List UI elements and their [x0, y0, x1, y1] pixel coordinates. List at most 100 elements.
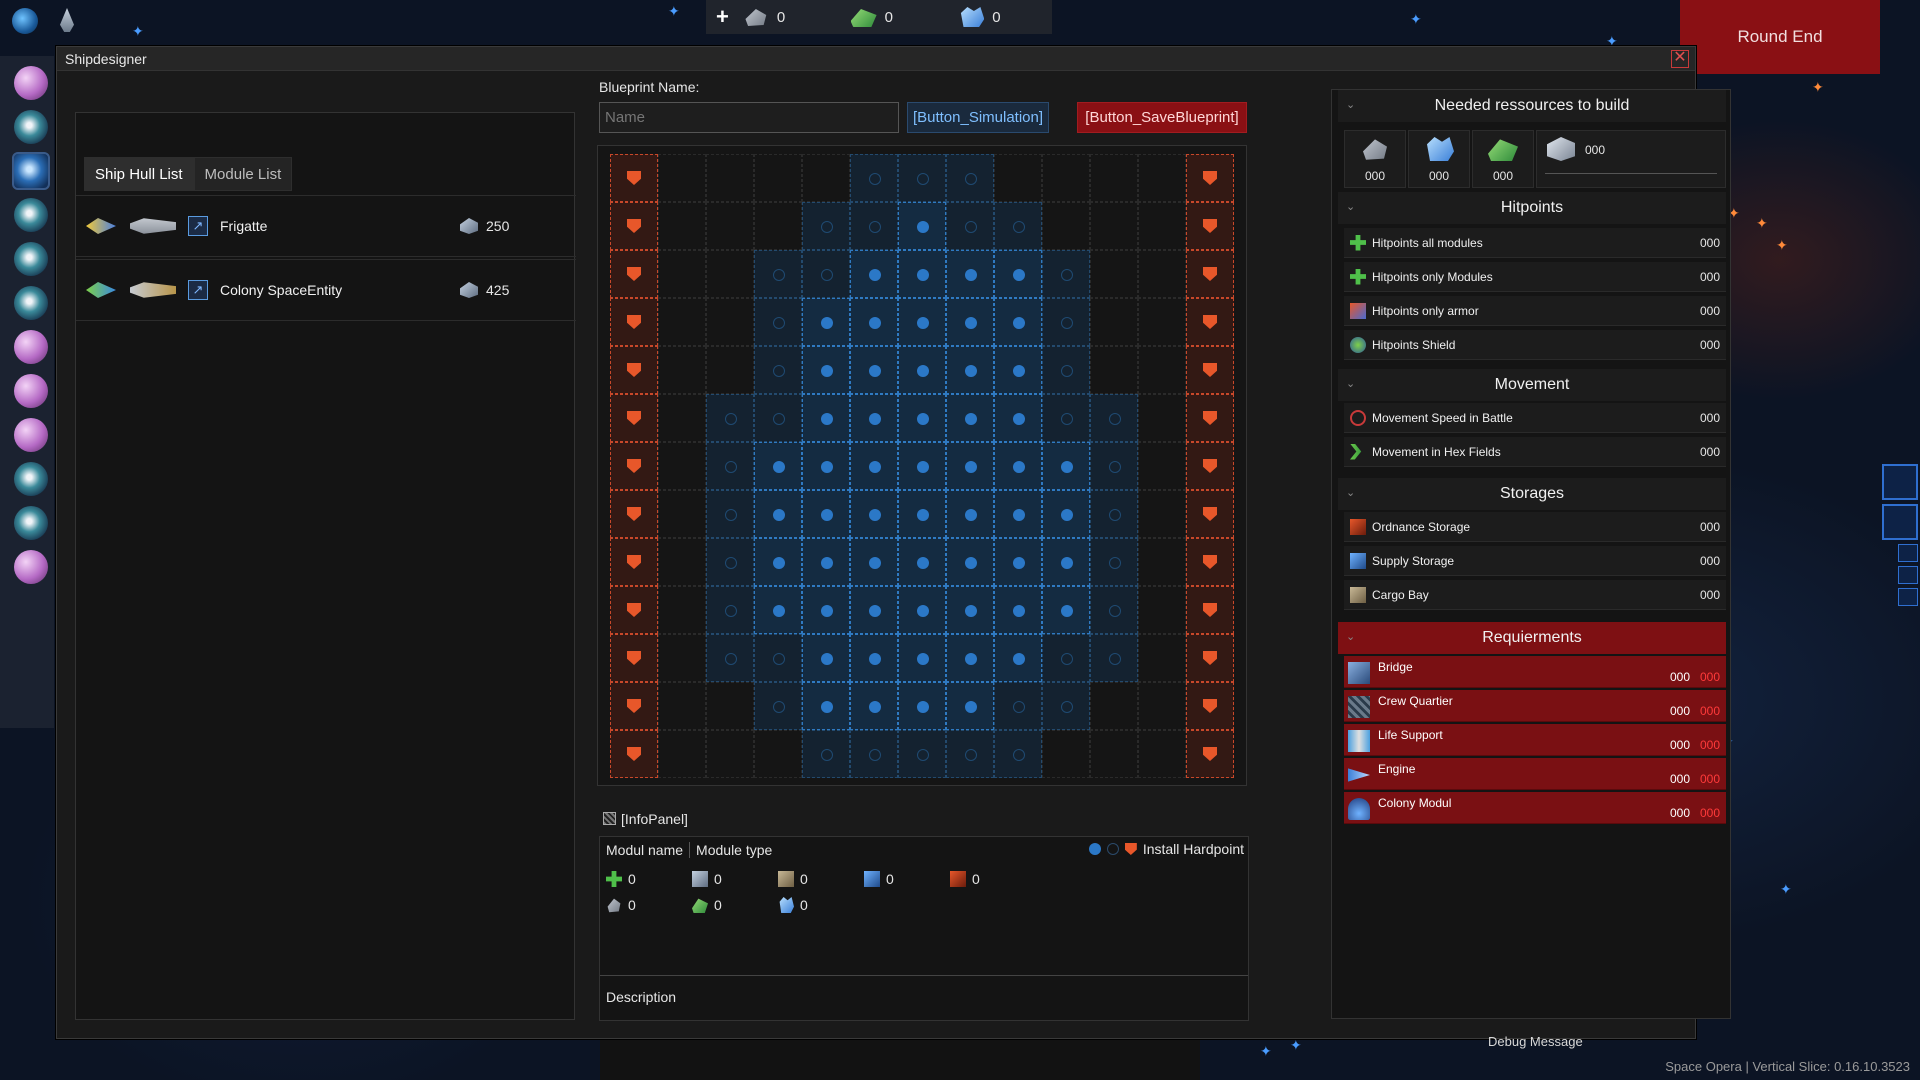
install-hardpoint[interactable]: Install Hardpoint — [1088, 841, 1244, 857]
module-slot[interactable] — [706, 538, 754, 586]
planet-icon-selected[interactable] — [12, 152, 50, 190]
planet-icon[interactable] — [14, 330, 48, 364]
module-slot-active[interactable] — [898, 538, 946, 586]
edit-icon[interactable]: ↗ — [188, 280, 208, 300]
module-slot-active[interactable] — [850, 346, 898, 394]
module-slot-active[interactable] — [946, 346, 994, 394]
module-slot-active[interactable] — [898, 250, 946, 298]
hardpoint-slot[interactable] — [1186, 730, 1234, 778]
hardpoint-slot[interactable] — [610, 442, 658, 490]
module-slot-active[interactable] — [898, 634, 946, 682]
module-slot[interactable] — [1042, 634, 1090, 682]
hardpoint-slot[interactable] — [1186, 442, 1234, 490]
module-slot-active[interactable] — [946, 538, 994, 586]
toggle-icon[interactable] — [1898, 544, 1918, 562]
module-slot-active[interactable] — [994, 346, 1042, 394]
hardpoint-slot[interactable] — [610, 202, 658, 250]
globe-icon[interactable] — [12, 8, 38, 34]
hardpoint-slot[interactable] — [610, 538, 658, 586]
module-slot[interactable] — [994, 730, 1042, 778]
module-slot-active[interactable] — [802, 538, 850, 586]
module-slot[interactable] — [1042, 394, 1090, 442]
simulation-button[interactable]: [Button_Simulation] — [907, 102, 1049, 133]
save-blueprint-button[interactable]: [Button_SaveBlueprint] — [1077, 102, 1247, 133]
module-slot[interactable] — [1090, 442, 1138, 490]
module-slot[interactable] — [850, 730, 898, 778]
module-slot-active[interactable] — [802, 586, 850, 634]
module-slot[interactable] — [946, 154, 994, 202]
hardpoint-slot[interactable] — [610, 394, 658, 442]
shipdesigner-icon[interactable] — [1882, 504, 1918, 540]
module-slot[interactable] — [898, 154, 946, 202]
module-slot[interactable] — [706, 634, 754, 682]
hardpoint-slot[interactable] — [1186, 154, 1234, 202]
module-slot-active[interactable] — [754, 586, 802, 634]
module-slot[interactable] — [850, 154, 898, 202]
module-slot-active[interactable] — [946, 586, 994, 634]
module-slot-active[interactable] — [994, 394, 1042, 442]
research-flask-icon[interactable] — [1882, 464, 1918, 500]
module-slot[interactable] — [1042, 250, 1090, 298]
module-slot-active[interactable] — [1042, 442, 1090, 490]
hardpoint-slot[interactable] — [1186, 538, 1234, 586]
module-slot-active[interactable] — [946, 394, 994, 442]
module-slot[interactable] — [946, 730, 994, 778]
module-slot-active[interactable] — [946, 298, 994, 346]
module-slot[interactable] — [898, 730, 946, 778]
hardpoint-slot[interactable] — [610, 682, 658, 730]
module-slot[interactable] — [802, 730, 850, 778]
hardpoint-slot[interactable] — [1186, 490, 1234, 538]
module-slot-active[interactable] — [994, 490, 1042, 538]
module-slot-active[interactable] — [898, 346, 946, 394]
planet-icon[interactable] — [14, 374, 48, 408]
module-slot[interactable] — [1042, 682, 1090, 730]
module-slot-active[interactable] — [994, 250, 1042, 298]
module-slot-active[interactable] — [946, 682, 994, 730]
module-slot-active[interactable] — [850, 298, 898, 346]
module-slot-active[interactable] — [994, 634, 1042, 682]
module-slot-active[interactable] — [850, 634, 898, 682]
module-slot-active[interactable] — [898, 442, 946, 490]
module-slot-active[interactable] — [898, 394, 946, 442]
module-slot[interactable] — [1090, 538, 1138, 586]
module-slot-active[interactable] — [946, 250, 994, 298]
blueprint-name-input[interactable] — [599, 102, 899, 133]
planet-icon[interactable] — [14, 550, 48, 584]
planet-icon[interactable] — [14, 418, 48, 452]
close-icon[interactable]: ✕ — [1671, 50, 1689, 68]
hardpoint-slot[interactable] — [610, 346, 658, 394]
module-slot[interactable] — [754, 346, 802, 394]
planet-icon[interactable] — [14, 110, 48, 144]
module-slot-active[interactable] — [1042, 538, 1090, 586]
module-slot[interactable] — [706, 394, 754, 442]
add-icon[interactable]: + — [716, 4, 729, 30]
hardpoint-slot[interactable] — [610, 586, 658, 634]
module-slot-active[interactable] — [898, 202, 946, 250]
module-slot-active[interactable] — [946, 490, 994, 538]
module-slot-active[interactable] — [802, 298, 850, 346]
module-slot-active[interactable] — [946, 634, 994, 682]
tab-ship-hull-list[interactable]: Ship Hull List — [84, 157, 194, 191]
module-slot[interactable] — [754, 682, 802, 730]
module-slot-active[interactable] — [946, 442, 994, 490]
edit-icon[interactable]: ↗ — [188, 216, 208, 236]
planet-icon[interactable] — [14, 506, 48, 540]
storages-header[interactable]: ⌄ Storages — [1338, 478, 1726, 510]
planet-icon[interactable] — [14, 66, 48, 100]
module-slot-active[interactable] — [802, 634, 850, 682]
module-slot[interactable] — [1042, 346, 1090, 394]
module-slot[interactable] — [754, 250, 802, 298]
module-slot[interactable] — [754, 634, 802, 682]
module-slot-active[interactable] — [802, 682, 850, 730]
module-slot-active[interactable] — [1042, 490, 1090, 538]
module-slot-active[interactable] — [898, 490, 946, 538]
module-slot[interactable] — [850, 202, 898, 250]
round-end-button[interactable]: Round End — [1680, 0, 1880, 74]
module-slot[interactable] — [994, 202, 1042, 250]
module-slot-active[interactable] — [754, 442, 802, 490]
module-slot[interactable] — [1090, 394, 1138, 442]
module-slot-active[interactable] — [898, 586, 946, 634]
module-slot[interactable] — [802, 202, 850, 250]
hardpoint-slot[interactable] — [1186, 394, 1234, 442]
needed-resources-header[interactable]: ⌄ Needed ressources to build — [1338, 90, 1726, 122]
